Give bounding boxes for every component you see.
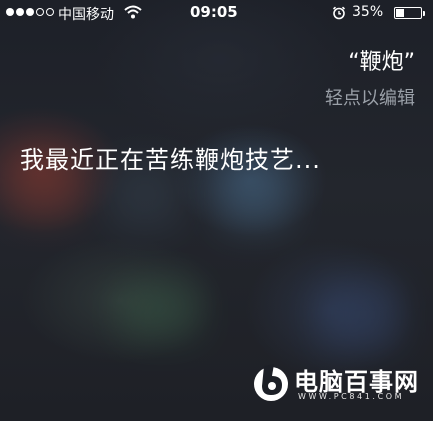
pc841-logo-icon <box>254 364 288 401</box>
signal-dot <box>26 8 34 16</box>
tap-to-edit-hint[interactable]: 轻点以编辑 <box>325 84 415 110</box>
carrier-name: 中国移动 <box>58 7 114 23</box>
signal-dot <box>36 8 44 16</box>
blurred-app-tile <box>320 280 400 350</box>
signal-dot <box>46 8 54 16</box>
battery-icon <box>394 7 425 19</box>
watermark-url: WWW.PC841.COM <box>298 392 405 401</box>
status-bar: 中国移动 09:05 35% <box>0 0 433 26</box>
blurred-app-tile <box>120 280 200 340</box>
battery-fill <box>396 9 405 17</box>
siri-response: 我最近正在苦练鞭炮技艺... <box>20 146 321 174</box>
clock: 09:05 <box>190 3 238 21</box>
signal-dot <box>16 8 24 16</box>
signal-dots-icon <box>6 8 54 16</box>
wifi-icon <box>124 5 142 19</box>
signal-dot <box>6 8 14 16</box>
siri-query[interactable]: “鞭炮” <box>348 44 415 76</box>
battery-nub <box>423 11 425 16</box>
battery-percent: 35% <box>352 4 384 20</box>
watermark: 电脑百事网 WWW.PC841.COM <box>252 360 427 412</box>
alarm-clock-icon <box>332 6 346 20</box>
